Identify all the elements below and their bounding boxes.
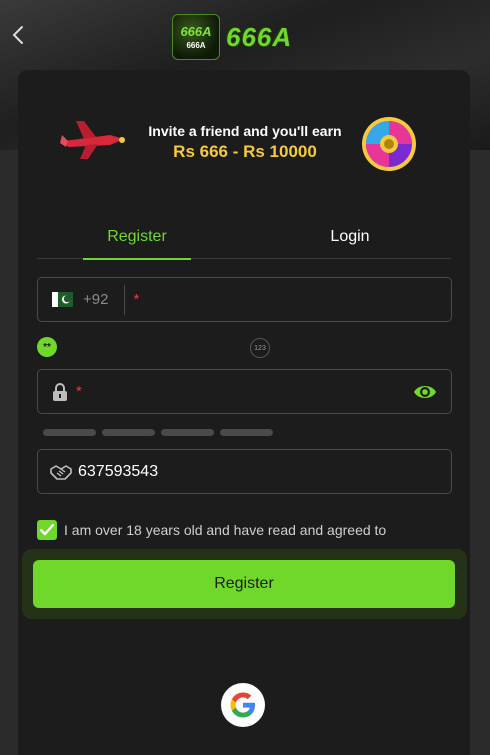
invite-banner[interactable]: Invite a friend and you'll earn Rs 666 -… [58,95,430,177]
pakistan-flag-icon [52,292,73,307]
invite-code-value[interactable]: 637593543 [78,463,158,481]
strength-bar [102,429,155,436]
google-login-button[interactable] [221,683,265,727]
banner-text: Invite a friend and you'll earn Rs 666 -… [130,123,360,162]
auth-tabs: Register Login [37,214,451,260]
back-button[interactable] [6,22,30,48]
agree-checkbox[interactable] [37,520,57,540]
password-required-marker: * [76,383,82,400]
phone-divider [124,284,126,315]
tab-login[interactable]: Login [297,214,403,259]
numeric-rule-badge: 123 [250,338,270,358]
top-bar: 666A 666A 666A [0,0,490,68]
lock-icon [53,382,67,401]
phone-required-marker: * [133,291,140,308]
check-icon [40,524,54,536]
banner-line1: Invite a friend and you'll earn [148,123,342,139]
logo-badge-text: 666A [180,24,212,39]
invite-code-field[interactable]: 637593543 [37,449,452,494]
airplane-icon [60,121,125,159]
logo-badge-sub: 666A [186,41,206,50]
strength-bar [43,429,96,436]
register-button[interactable]: Register [33,560,455,608]
strength-bar [220,429,273,436]
tab-register[interactable]: Register [83,214,191,260]
phone-field[interactable]: +92 * [37,277,452,322]
password-rules: ** 123 [37,337,452,358]
eye-icon[interactable] [413,382,437,402]
handshake-icon [50,464,72,480]
password-strength-meter [43,429,273,436]
agreement-row: I am over 18 years old and have read and… [37,520,386,540]
agreement-text: I am over 18 years old and have read and… [64,522,387,538]
password-rule-badge: ** [37,337,57,357]
google-icon [230,692,255,718]
logo-text: 666A [226,21,293,52]
country-code[interactable]: +92 [83,291,108,308]
banner-line2: Rs 666 - Rs 10000 [173,142,317,161]
logo-badge: 666A 666A [172,14,220,60]
strength-bar [161,429,214,436]
brand-logo: 666A 666A 666A [172,12,318,62]
chevron-left-icon [12,26,23,44]
password-field[interactable]: * [37,369,452,414]
prize-wheel-icon [362,117,416,171]
